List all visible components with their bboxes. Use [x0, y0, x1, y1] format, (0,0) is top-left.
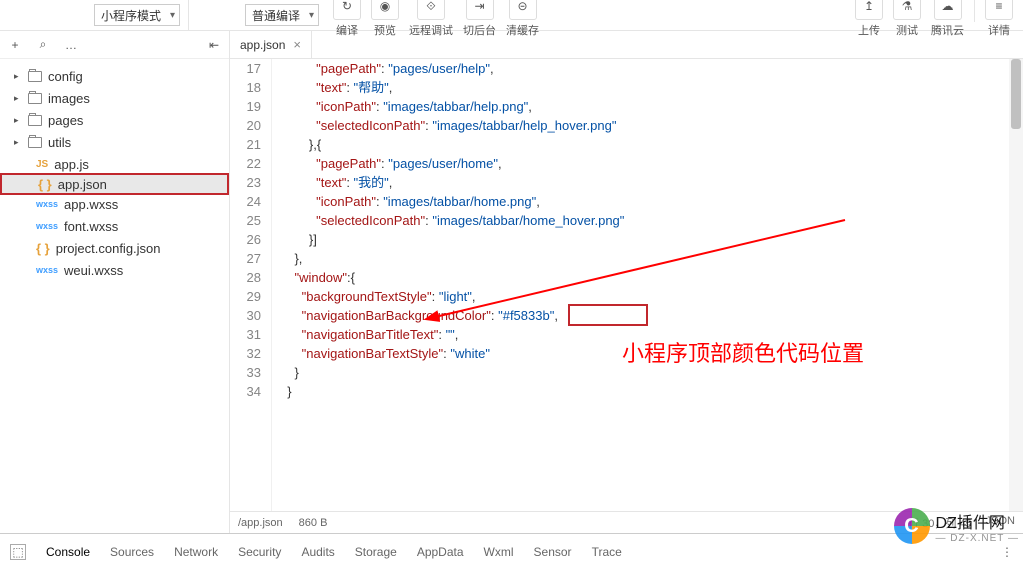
sidebar-tools: + ⌕ … ⇤: [0, 31, 229, 59]
code-content[interactable]: "pagePath": "pages/user/help", "text": "…: [272, 59, 624, 511]
file-name: images: [48, 91, 90, 106]
collapse-panel-icon[interactable]: ⇤: [205, 36, 223, 54]
json-icon: { }: [38, 177, 52, 192]
devtools-tab[interactable]: Sources: [110, 545, 154, 559]
file-tree-item[interactable]: ▸config: [0, 65, 229, 87]
status-lang: JSON: [986, 515, 1015, 531]
wxss-icon: wxss: [36, 199, 58, 209]
file-name: font.wxss: [64, 219, 118, 234]
toolbar-main-0-button[interactable]: ↻: [333, 0, 361, 20]
file-tree-item[interactable]: ▸images: [0, 87, 229, 109]
more-icon[interactable]: …: [62, 36, 80, 54]
devtools-tab[interactable]: Storage: [355, 545, 397, 559]
file-name: weui.wxss: [64, 263, 123, 278]
devtools-tab[interactable]: AppData: [417, 545, 464, 559]
folder-icon: [28, 115, 42, 126]
toolbar: 小程序模式 普通编译 ↻编译◉预览⟐远程调试⇥切后台⊝清缓存 ↥上传⚗测试☁腾讯…: [0, 0, 1023, 31]
add-file-icon[interactable]: +: [6, 36, 24, 54]
vertical-scrollbar[interactable]: [1009, 59, 1023, 511]
status-path: /app.json: [238, 517, 283, 529]
mode-select[interactable]: 小程序模式: [94, 4, 180, 26]
json-icon: { }: [36, 241, 50, 256]
search-icon[interactable]: ⌕: [34, 36, 52, 54]
file-tree: ▸config▸images▸pages▸utilsJSapp.js{ }app…: [0, 59, 229, 287]
file-tree-item[interactable]: JS app.js: [0, 153, 229, 175]
folder-icon: [28, 93, 42, 104]
toolbar-right-2-button[interactable]: ☁: [934, 0, 962, 20]
folder-icon: [28, 71, 42, 82]
devtools-tab[interactable]: Console: [46, 545, 90, 559]
toolbar-main-3-button[interactable]: ⇥: [466, 0, 494, 20]
devtools-tab[interactable]: Sensor: [534, 545, 572, 559]
wxss-icon: wxss: [36, 221, 58, 231]
file-name: config: [48, 69, 83, 84]
devtools-menu-icon[interactable]: ⋮: [1001, 545, 1013, 559]
compile-select[interactable]: 普通编译: [245, 4, 319, 26]
line-gutter: 171819202122232425262728293031323334: [230, 59, 272, 511]
close-tab-icon[interactable]: ×: [293, 37, 301, 52]
status-cursor: 行 30，列 45: [908, 515, 972, 531]
file-tree-item[interactable]: ▸utils: [0, 131, 229, 153]
toolbar-main-1-button[interactable]: ◉: [371, 0, 399, 20]
devtools-tab[interactable]: Audits: [301, 545, 334, 559]
folder-icon: [28, 137, 42, 148]
wxss-icon: wxss: [36, 265, 58, 275]
file-tree-item[interactable]: { } project.config.json: [0, 237, 229, 259]
editor-tab[interactable]: app.json ×: [230, 31, 312, 58]
file-name: app.json: [58, 177, 107, 192]
file-tree-item[interactable]: wxss app.wxss: [0, 193, 229, 215]
toolbar-right-1-button[interactable]: ⚗: [893, 0, 921, 20]
toolbar-main-2-button[interactable]: ⟐: [417, 0, 445, 20]
file-tree-item[interactable]: wxss font.wxss: [0, 215, 229, 237]
devtools-tab[interactable]: Wxml: [484, 545, 514, 559]
status-size: 860 B: [299, 517, 328, 529]
file-name: app.wxss: [64, 197, 118, 212]
toolbar-main-4-button[interactable]: ⊝: [509, 0, 537, 20]
file-tree-item[interactable]: ▸pages: [0, 109, 229, 131]
file-name: utils: [48, 135, 71, 150]
file-tree-item[interactable]: wxss weui.wxss: [0, 259, 229, 281]
devtools-bar: ⬚ Console Sources Network Security Audits Sto…: [0, 533, 1023, 569]
devtools-tab[interactable]: Network: [174, 545, 218, 559]
file-name: pages: [48, 113, 83, 128]
file-tree-item[interactable]: { } app.json: [0, 173, 229, 195]
devtools-tab[interactable]: Security: [238, 545, 281, 559]
file-name: app.js: [54, 157, 89, 172]
editor-statusbar: /app.json 860 B 行 30，列 45 JSON: [230, 511, 1023, 533]
tab-title: app.json: [240, 38, 285, 52]
js-icon: JS: [36, 159, 48, 170]
toolbar-right-3-button[interactable]: ≡: [985, 0, 1013, 20]
devtools-tab[interactable]: Trace: [592, 545, 622, 559]
code-editor: app.json × 17181920212223242526272829303…: [230, 31, 1023, 533]
file-explorer: + ⌕ … ⇤ ▸config▸images▸pages▸utils JS app.…: [0, 31, 230, 533]
toolbar-right-0-button[interactable]: ↥: [855, 0, 883, 20]
inspect-icon[interactable]: ⬚: [10, 544, 26, 560]
file-name: project.config.json: [56, 241, 161, 256]
